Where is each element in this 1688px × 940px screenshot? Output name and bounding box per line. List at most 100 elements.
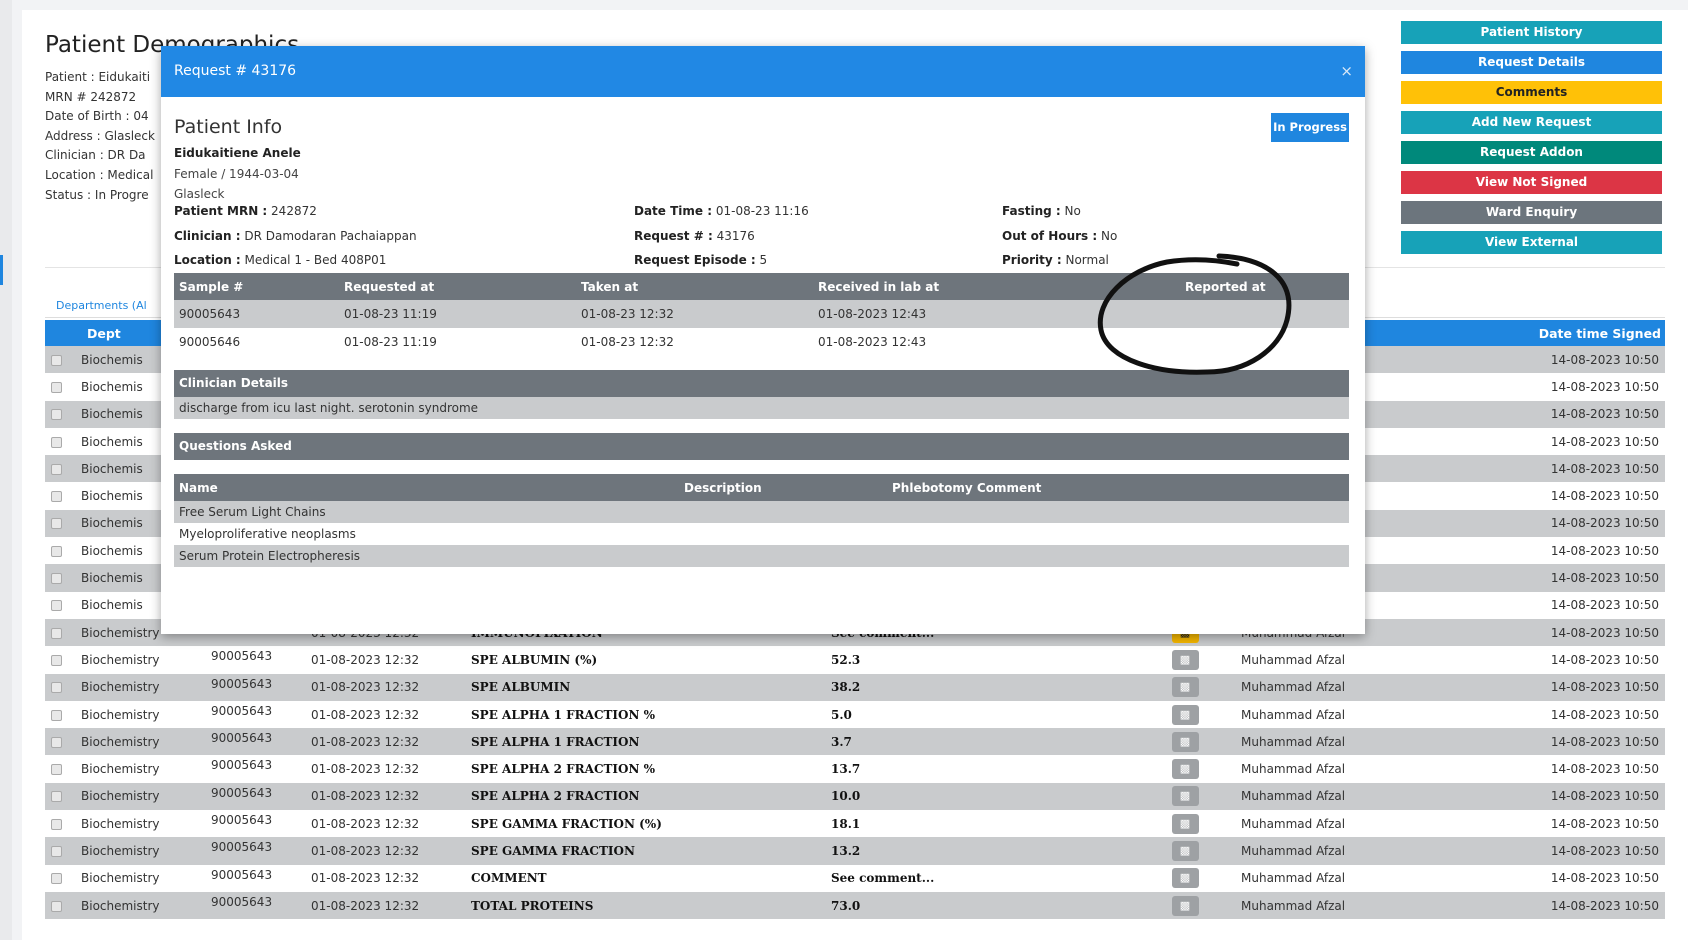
row-dept: Biochemistry (75, 755, 205, 783)
patient-summary-line: Clinician : DR Da (45, 148, 146, 163)
clipboard-icon[interactable]: ▩ (1171, 759, 1199, 780)
row-checkbox[interactable] (45, 673, 75, 701)
request-addon-button[interactable]: Request Addon (1401, 141, 1662, 164)
row-date-signed: 14-08-2023 10:50 (1455, 700, 1665, 729)
clipboard-icon[interactable]: ▩ (1171, 677, 1199, 698)
table-row[interactable]: Biochemistry 90005643 01-08-2023 12:32 SPE … (45, 755, 1665, 783)
sample-cell: 01-08-23 11:19 (339, 300, 576, 328)
clipboard-icon[interactable]: ▩ (1171, 868, 1199, 889)
clipboard-icon[interactable]: ▩ (1171, 731, 1199, 752)
sample-cell (1085, 328, 1349, 356)
row-signed-by: Muhammad Afzal (1235, 700, 1455, 729)
clipboard-icon[interactable]: ▩ (1171, 813, 1199, 834)
patient-summary-line: Status : In Progre (45, 187, 149, 202)
request-details-button[interactable]: Request Details (1401, 51, 1662, 74)
row-checkbox[interactable] (45, 400, 75, 428)
samples-header: Sample # (174, 273, 339, 300)
row-checkbox[interactable] (45, 782, 75, 811)
clipboard-icon[interactable]: ▩ (1171, 649, 1199, 670)
request-modal: Request # 43176 × Patient Info In Progre… (161, 46, 1365, 634)
row-checkbox[interactable] (45, 700, 75, 729)
sidebar-active-marker (0, 255, 3, 285)
table-row[interactable]: Biochemistry 90005643 01-08-2023 12:32 SPE … (45, 810, 1665, 838)
table-row[interactable]: Biochemistry 90005643 01-08-2023 12:32 SPE … (45, 728, 1665, 756)
row-date-signed: 14-08-2023 10:50 (1455, 455, 1665, 483)
sample-cell: 90005643 (174, 300, 339, 328)
row-dept: Biochemistry (75, 728, 205, 756)
row-checkbox[interactable] (45, 618, 75, 647)
modal-header: Request # 43176 × (161, 46, 1365, 97)
row-test: SPE ALBUMIN (%) (465, 646, 825, 674)
view-not-signed-button[interactable]: View Not Signed (1401, 171, 1662, 194)
row-checkbox[interactable] (45, 891, 75, 920)
row-date-signed: 14-08-2023 10:50 (1455, 482, 1665, 510)
row-date-signed: 14-08-2023 10:50 (1455, 864, 1665, 892)
row-checkbox[interactable] (45, 482, 75, 510)
patient-name: Eidukaitiene Anele (174, 146, 301, 160)
row-checkbox[interactable] (45, 346, 75, 374)
view-external-button[interactable]: View External (1401, 231, 1662, 254)
ward-enquiry-button[interactable]: Ward Enquiry (1401, 201, 1662, 224)
main-page: Patient Demographics Patient : Eidukaiti… (22, 10, 1688, 940)
row-checkbox[interactable] (45, 427, 75, 456)
clipboard-icon[interactable]: ▩ (1171, 786, 1199, 807)
row-date-signed: 14-08-2023 10:50 (1455, 591, 1665, 619)
tab-departments[interactable]: Departments (Al (56, 299, 147, 312)
table-row[interactable]: Biochemistry 90005643 01-08-2023 12:32 SPE … (45, 782, 1665, 811)
close-icon[interactable]: × (1340, 46, 1353, 97)
patient-info-title: Patient Info (174, 116, 283, 138)
row-checkbox[interactable] (45, 646, 75, 674)
samples-header: Requested at (339, 273, 576, 300)
row-checkbox[interactable] (45, 373, 75, 401)
row-checkbox[interactable] (45, 564, 75, 592)
row-checkbox[interactable] (45, 864, 75, 892)
patient-summary-line: Date of Birth : 04 (45, 109, 149, 124)
row-result: 5.0 (825, 700, 1135, 729)
table-row[interactable]: Biochemistry 90005643 01-08-2023 12:32 SPE … (45, 837, 1665, 865)
add-new-request-button[interactable]: Add New Request (1401, 111, 1662, 134)
sample-cell: 01-08-23 11:19 (344, 335, 437, 349)
row-checkbox[interactable] (45, 837, 75, 865)
patient-summary-line: Patient : Eidukaiti (45, 70, 151, 84)
clipboard-icon[interactable]: ▩ (1171, 704, 1199, 725)
patient-history-button[interactable]: Patient History (1401, 21, 1662, 44)
comments-button[interactable]: Comments (1401, 81, 1662, 104)
row-result: 13.7 (825, 755, 1135, 783)
row-signed-by: Muhammad Afzal (1235, 728, 1455, 756)
row-taken: 01-08-2023 12:32 (305, 755, 465, 783)
row-checkbox[interactable] (45, 591, 75, 619)
row-checkbox[interactable] (45, 810, 75, 838)
sample-cell: 01-08-2023 12:43 (813, 300, 1085, 328)
status-badge[interactable]: In Progress (1271, 113, 1349, 142)
table-row[interactable]: Biochemistry 90005643 01-08-2023 12:32 COMM… (45, 864, 1665, 892)
table-row[interactable]: Biochemistry 90005643 01-08-2023 12:32 SPE … (45, 646, 1665, 674)
row-icon-cell: ▩ (1135, 700, 1235, 729)
table-row[interactable]: Biochemistry 90005643 01-08-2023 12:32 SPE … (45, 700, 1665, 729)
modal-title: Request # 43176 (174, 63, 297, 79)
row-sample: 90005643 (205, 782, 305, 811)
row-checkbox[interactable] (45, 455, 75, 483)
header-date-signed[interactable]: Date time Signed (1455, 320, 1665, 346)
row-icon-cell: ▩ (1135, 728, 1235, 756)
row-icon-cell: ▩ (1135, 837, 1235, 865)
patient-summary-line: Location : Medical (45, 167, 154, 182)
clipboard-icon[interactable]: ▩ (1171, 840, 1199, 861)
patient-address: Glasleck (174, 187, 225, 201)
row-dept: Biochemistry (75, 891, 205, 920)
header-checkbox-col (45, 320, 75, 346)
table-row[interactable]: Biochemistry 90005643 01-08-2023 12:32 SPE … (45, 673, 1665, 701)
row-checkbox[interactable] (45, 728, 75, 756)
row-checkbox[interactable] (45, 509, 75, 538)
row-test: SPE GAMMA FRACTION (465, 837, 825, 865)
row-icon-cell: ▩ (1135, 673, 1235, 701)
clipboard-icon[interactable]: ▩ (1171, 895, 1199, 916)
table-row[interactable]: Biochemistry 90005643 01-08-2023 12:32 TOTA… (45, 891, 1665, 920)
row-icon-cell: ▩ (1135, 891, 1235, 920)
row-checkbox[interactable] (45, 537, 75, 565)
sample-cell (1085, 300, 1349, 328)
row-date-signed: 14-08-2023 10:50 (1455, 564, 1665, 592)
row-checkbox[interactable] (45, 755, 75, 783)
fasting-field: Fasting : No (1002, 204, 1081, 218)
out-of-hours-field: Out of Hours : No (1002, 229, 1118, 243)
row-result: 18.1 (825, 810, 1135, 838)
